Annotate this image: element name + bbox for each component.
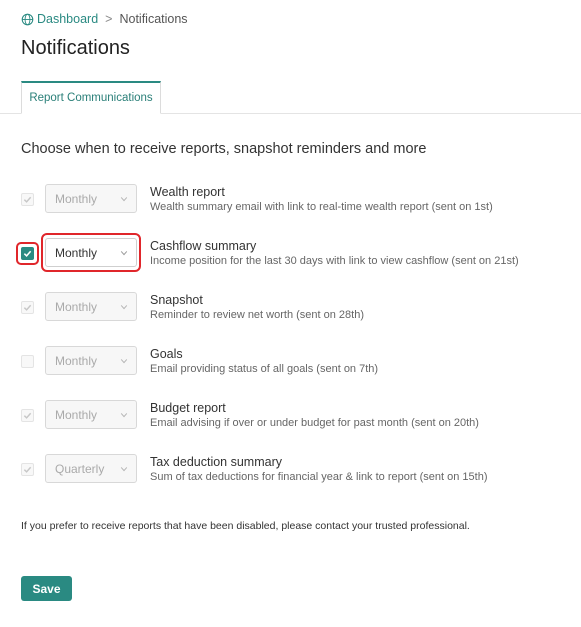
- frequency-select-cashflow[interactable]: Monthly: [45, 238, 137, 267]
- frequency-value: Monthly: [55, 407, 98, 422]
- report-row-budget: Monthly Budget report Email advising if …: [0, 398, 581, 438]
- chevron-down-icon: [120, 251, 128, 256]
- report-checkbox-budget[interactable]: [21, 409, 34, 422]
- chevron-down-icon: [120, 359, 128, 364]
- report-description: Email providing status of all goals (sen…: [150, 363, 379, 375]
- frequency-value: Monthly: [55, 245, 98, 260]
- breadcrumb-current: Notifications: [119, 12, 188, 26]
- section-subtitle: Choose when to receive reports, snapshot…: [21, 141, 427, 157]
- report-row-goals: Monthly Goals Email providing status of …: [0, 344, 581, 384]
- breadcrumb: Dashboard > Notifications: [21, 12, 188, 26]
- report-checkbox-wealth[interactable]: [21, 193, 34, 206]
- report-title: Goals: [150, 347, 183, 361]
- report-description: Email advising if over or under budget f…: [150, 417, 479, 429]
- report-description: Reminder to review net worth (sent on 28…: [150, 309, 364, 321]
- chevron-down-icon: [120, 197, 128, 202]
- report-checkbox-tax[interactable]: [21, 463, 34, 476]
- report-title: Cashflow summary: [150, 239, 257, 253]
- frequency-select-snapshot[interactable]: Monthly: [45, 292, 137, 321]
- checkmark-icon: [23, 412, 32, 419]
- frequency-select-budget[interactable]: Monthly: [45, 400, 137, 429]
- report-title: Tax deduction summary: [150, 455, 283, 469]
- report-checkbox-goals[interactable]: [21, 355, 34, 368]
- report-row-cashflow: Monthly Cashflow summary Income position…: [0, 233, 581, 276]
- chevron-down-icon: [120, 305, 128, 310]
- footer-note: If you prefer to receive reports that ha…: [21, 520, 470, 532]
- frequency-select-goals[interactable]: Monthly: [45, 346, 137, 375]
- tab-bar: Report Communications: [0, 81, 581, 114]
- report-description: Wealth summary email with link to real-t…: [150, 201, 493, 213]
- report-title: Snapshot: [150, 293, 203, 307]
- report-description: Sum of tax deductions for financial year…: [150, 471, 488, 483]
- frequency-value: Monthly: [55, 299, 98, 314]
- globe-icon: [21, 13, 34, 25]
- breadcrumb-dashboard-label: Dashboard: [37, 12, 99, 26]
- chevron-down-icon: [120, 467, 128, 472]
- checkmark-icon: [23, 304, 32, 311]
- report-title: Budget report: [150, 401, 226, 415]
- save-button[interactable]: Save: [21, 576, 72, 601]
- frequency-select-tax[interactable]: Quarterly: [45, 454, 137, 483]
- report-checkbox-snapshot[interactable]: [21, 301, 34, 314]
- breadcrumb-separator: >: [105, 12, 113, 26]
- tab-report-communications[interactable]: Report Communications: [21, 81, 161, 114]
- chevron-down-icon: [120, 413, 128, 418]
- report-row-wealth: Monthly Wealth report Wealth summary ema…: [0, 182, 581, 222]
- report-checkbox-cashflow[interactable]: [21, 247, 34, 260]
- frequency-value: Quarterly: [55, 461, 105, 476]
- frequency-value: Monthly: [55, 353, 98, 368]
- checkmark-icon: [23, 466, 32, 473]
- checkmark-icon: [23, 196, 32, 203]
- checkmark-icon: [23, 250, 32, 257]
- breadcrumb-dashboard-link[interactable]: Dashboard: [21, 12, 98, 26]
- report-title: Wealth report: [150, 185, 225, 199]
- report-row-snapshot: Monthly Snapshot Reminder to review net …: [0, 290, 581, 330]
- frequency-select-wealth[interactable]: Monthly: [45, 184, 137, 213]
- tab-label: Report Communications: [29, 92, 153, 104]
- report-description: Income position for the last 30 days wit…: [150, 255, 519, 267]
- report-row-tax: Quarterly Tax deduction summary Sum of t…: [0, 452, 581, 492]
- frequency-value: Monthly: [55, 191, 98, 206]
- page-title: Notifications: [21, 37, 130, 59]
